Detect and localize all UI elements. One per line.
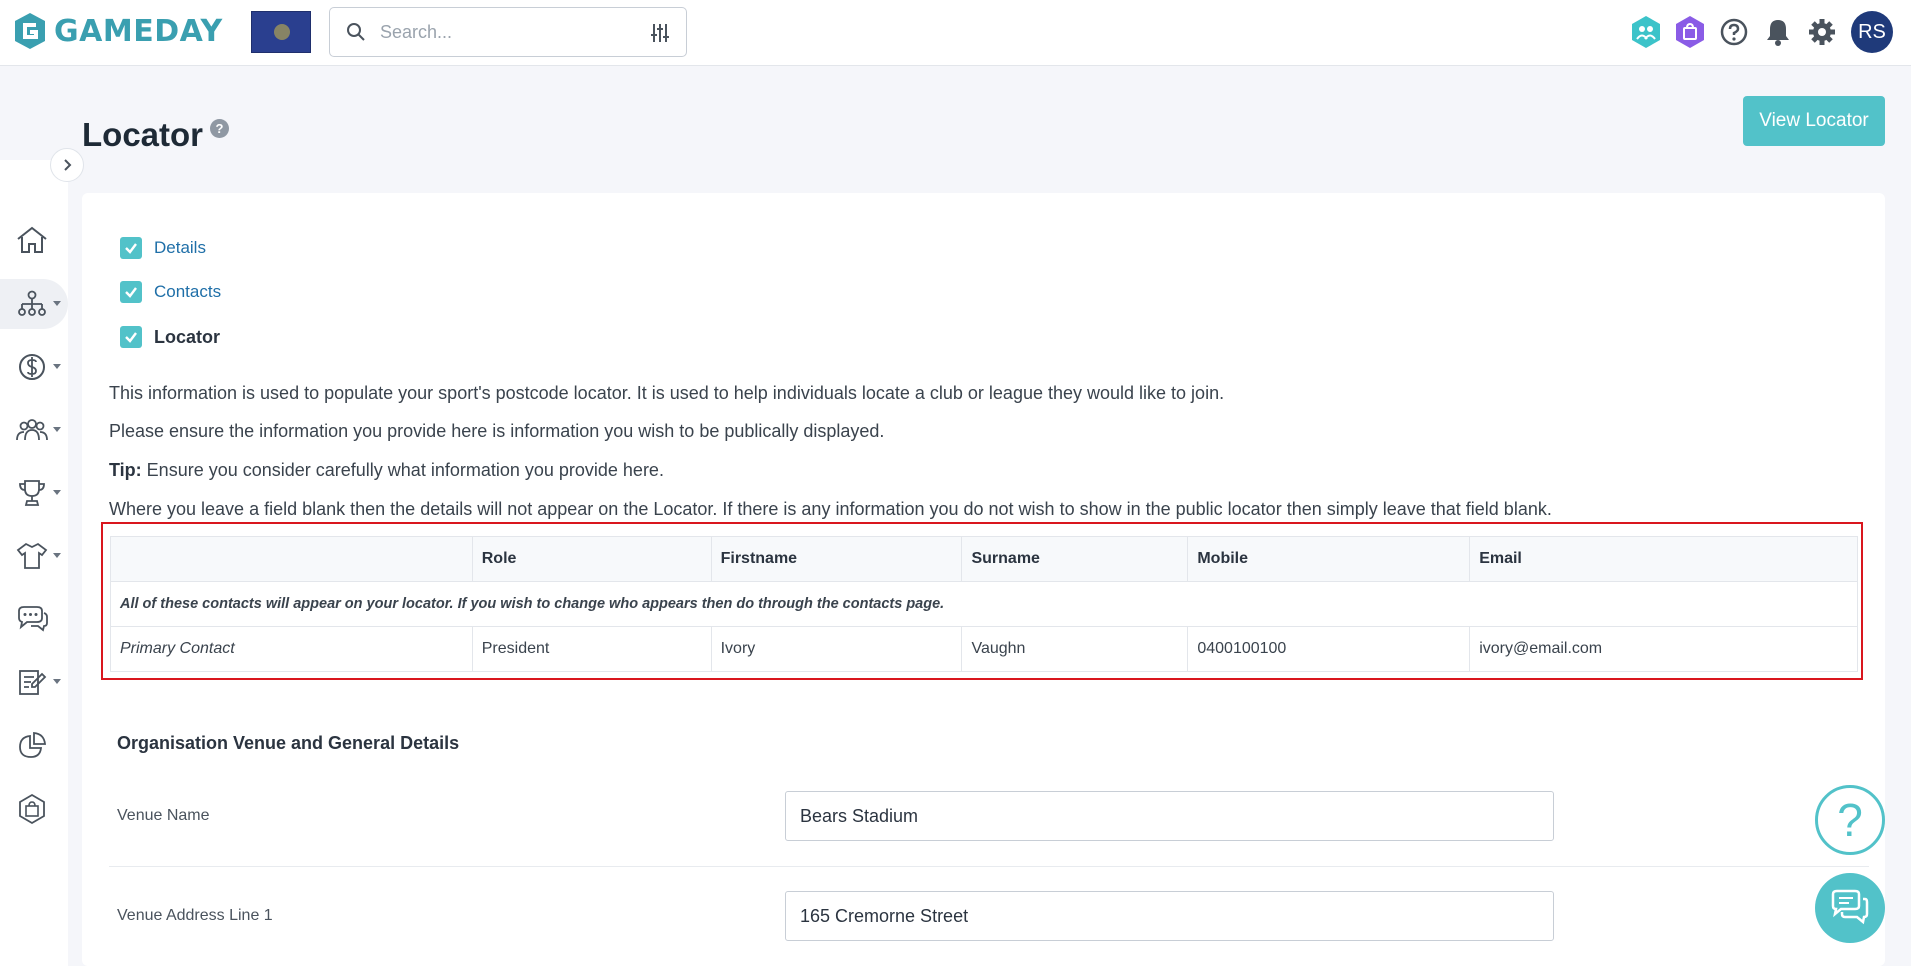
chevron-down-icon [53, 490, 61, 495]
sidebar [0, 160, 68, 966]
info-text-4: Where you leave a field blank then the d… [109, 499, 1552, 519]
tip-text: Ensure you consider carefully what infor… [141, 460, 664, 480]
view-locator-button[interactable]: View Locator [1743, 96, 1885, 146]
chat-bubbles-icon [18, 606, 48, 632]
venue-section-title: Organisation Venue and General Details [117, 733, 460, 753]
page-help-icon[interactable]: ? [210, 119, 229, 138]
chevron-down-icon [53, 553, 61, 558]
organisation-logo[interactable] [251, 11, 311, 53]
top-bar: GAMEDAY Search... RS [0, 0, 1911, 66]
highlight-box [101, 522, 1863, 680]
step-contacts[interactable]: Contacts [120, 280, 221, 304]
shop-hex-icon[interactable] [1673, 15, 1707, 49]
checkbox-checked-icon [120, 326, 142, 348]
header-actions: RS [1629, 9, 1911, 55]
sidebar-item-communications[interactable] [0, 594, 68, 644]
sidebar-item-uniforms[interactable] [0, 531, 68, 581]
form-edit-icon [19, 670, 47, 695]
step-details[interactable]: Details [120, 236, 206, 260]
user-avatar[interactable]: RS [1851, 11, 1893, 53]
page-title: Locator [82, 116, 204, 153]
search-bar[interactable] [329, 7, 687, 57]
sidebar-item-home[interactable] [0, 215, 68, 265]
pie-chart-icon [19, 732, 46, 758]
help-circle-icon[interactable] [1717, 15, 1751, 49]
checkbox-checked-icon [120, 237, 142, 259]
help-fab-button[interactable]: ? [1815, 785, 1885, 855]
home-icon [17, 226, 47, 253]
info-text-1: This information is used to populate you… [109, 383, 1225, 403]
venue-name-input[interactable] [785, 791, 1554, 841]
org-chart-icon [18, 290, 46, 316]
info-tip: Tip: Ensure you consider carefully what … [109, 460, 664, 481]
sidebar-header [0, 66, 68, 160]
bell-icon[interactable] [1761, 15, 1795, 49]
gameday-logo[interactable]: GAMEDAY [12, 11, 223, 51]
sidebar-expand-button[interactable] [50, 148, 84, 182]
step-locator[interactable]: Locator [120, 325, 220, 349]
chat-fab-button[interactable] [1815, 873, 1885, 943]
dollar-icon [19, 354, 45, 380]
people-group-icon [16, 419, 48, 441]
chevron-down-icon [53, 301, 61, 306]
search-icon [347, 23, 365, 41]
venue-address-line1-label: Venue Address Line 1 [117, 907, 273, 924]
sidebar-item-organisation[interactable] [0, 279, 68, 329]
shop-bag-icon [19, 793, 45, 825]
question-mark-icon: ? [1837, 794, 1863, 846]
info-text-2: Please ensure the information you provid… [109, 421, 885, 441]
chevron-right-icon [64, 159, 72, 171]
search-input[interactable] [380, 21, 630, 43]
brand-name: GAMEDAY [54, 13, 223, 49]
sidebar-item-finance[interactable] [0, 342, 68, 392]
jersey-icon [16, 542, 48, 569]
step-label: Contacts [154, 282, 222, 301]
members-hex-icon[interactable] [1629, 15, 1663, 49]
venue-name-label: Venue Name [117, 807, 210, 824]
sidebar-item-members[interactable] [0, 405, 68, 455]
chat-icon [1831, 889, 1869, 925]
gear-icon[interactable] [1805, 15, 1839, 49]
step-label: Details [154, 238, 206, 257]
sidebar-item-competitions[interactable] [0, 468, 68, 518]
chevron-down-icon [53, 364, 61, 369]
gameday-logo-icon [15, 13, 45, 49]
sidebar-item-reports[interactable] [0, 721, 68, 771]
checkbox-checked-icon [120, 281, 142, 303]
sidebar-item-forms[interactable] [0, 657, 68, 707]
chevron-down-icon [53, 427, 61, 432]
step-label-current: Locator [154, 326, 221, 347]
tip-label: Tip: [109, 460, 142, 480]
filter-sliders-icon[interactable] [648, 21, 672, 45]
chevron-down-icon [53, 679, 61, 684]
sidebar-item-shop[interactable] [0, 784, 68, 834]
venue-address-line1-input[interactable] [785, 891, 1554, 941]
trophy-icon [19, 480, 45, 506]
divider [109, 866, 1869, 867]
